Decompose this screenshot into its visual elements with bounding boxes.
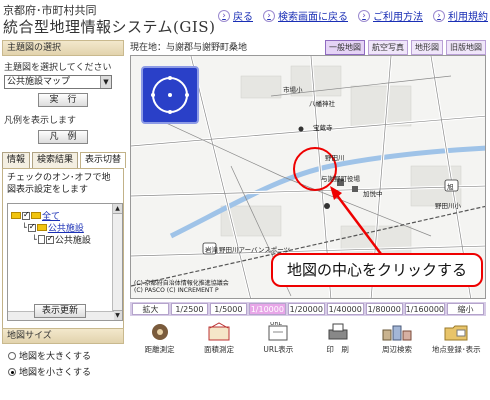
zoom-out-button[interactable]: 縮小 bbox=[447, 303, 484, 315]
chevron-right-icon: › bbox=[218, 9, 230, 22]
map-size-large-option[interactable]: 地図を大きくする bbox=[8, 349, 124, 362]
url-icon: URL bbox=[268, 322, 288, 341]
scale-2500-button[interactable]: 1/2500 bbox=[170, 303, 208, 315]
svg-text:野田川: 野田川 bbox=[325, 154, 345, 162]
theme-label: 主題図を選択してください bbox=[4, 63, 112, 73]
map-type-tabs: 一般地図 航空写真 地形図 旧版地図 bbox=[325, 40, 486, 55]
instruction-callout: 地図の中心をクリックする bbox=[271, 253, 483, 287]
svg-text:加悦中: 加悦中 bbox=[363, 189, 383, 198]
nearby-search-button[interactable]: 周辺検索 bbox=[367, 320, 426, 354]
scale-80000-button[interactable]: 1/80000 bbox=[365, 303, 403, 315]
map-size-title: 地図サイズ bbox=[2, 328, 124, 344]
zoom-in-button[interactable]: 拡大 bbox=[132, 303, 169, 315]
map-view[interactable]: 市場小 八幡神社 宝蔵寺 野田川 与謝野町役場 加悦中 旭 野田川小 岩滝 野田… bbox=[130, 55, 486, 299]
sidebar-tabs: 情報 検索結果 表示切替 bbox=[2, 152, 126, 168]
theme-section: 主題図の選択 主題図を選択してください 公共施設マップ ▼ 実 行 凡例を表示し… bbox=[2, 40, 124, 144]
nearby-search-icon bbox=[382, 325, 412, 341]
tree-item: └ 公共施設 bbox=[32, 233, 91, 247]
svg-text:URL: URL bbox=[270, 322, 283, 327]
svg-text:市場小: 市場小 bbox=[283, 85, 303, 94]
refresh-display-button[interactable]: 表示更新 bbox=[34, 304, 86, 318]
folder-icon bbox=[36, 224, 47, 231]
tree-vertical-scrollbar[interactable]: ▲ ▼ bbox=[112, 204, 122, 320]
svg-text:八幡神社: 八幡神社 bbox=[309, 99, 336, 108]
pan-east-icon[interactable] bbox=[185, 93, 189, 97]
current-location: 現在地：与謝郡与謝野町桑地 bbox=[130, 43, 248, 53]
run-button[interactable]: 実 行 bbox=[38, 93, 88, 107]
map-size-small-option[interactable]: 地図を小さくする bbox=[8, 365, 124, 378]
theme-section-title: 主題図の選択 bbox=[2, 40, 124, 56]
tree-item-label: 公共施設 bbox=[54, 236, 91, 246]
app-title: 統合型地理情報システム(GIS) bbox=[3, 18, 216, 36]
url-display-button[interactable]: URL URL表示 bbox=[249, 320, 308, 354]
terms-link[interactable]: › 利用規約 bbox=[433, 8, 488, 23]
distance-measure-icon bbox=[151, 324, 168, 340]
scroll-down-icon[interactable]: ▼ bbox=[113, 310, 122, 320]
legend-button[interactable]: 凡 例 bbox=[38, 130, 88, 144]
distance-measure-button[interactable]: 距離測定 bbox=[130, 320, 189, 354]
tab-search-results[interactable]: 検索結果 bbox=[32, 152, 78, 168]
folder-icon bbox=[11, 212, 21, 219]
scale-10000-button[interactable]: 1/10000 bbox=[248, 303, 286, 315]
pan-south-icon[interactable] bbox=[168, 110, 172, 114]
scale-20000-button[interactable]: 1/20000 bbox=[287, 303, 325, 315]
theme-select[interactable]: 公共施設マップ ▼ bbox=[4, 75, 112, 89]
top-links: › 戻る › 検索画面に戻る › ご利用方法 › 利用規約 bbox=[218, 8, 488, 23]
map-tab-aerial[interactable]: 航空写真 bbox=[368, 40, 408, 55]
back-link[interactable]: › 戻る bbox=[218, 8, 253, 23]
usage-guide-link[interactable]: › ご利用方法 bbox=[358, 8, 423, 23]
scale-bar: 拡大 1/2500 1/5000 1/10000 1/20000 1/40000… bbox=[130, 302, 486, 316]
back-to-search-link[interactable]: › 検索画面に戻る bbox=[263, 8, 348, 23]
map-copyright: (C) 京都府自治体情報化推進協議会 (C) PASCO (C) INCREME… bbox=[134, 280, 229, 294]
checkbox-group[interactable] bbox=[27, 222, 36, 232]
pan-control[interactable] bbox=[141, 66, 199, 124]
area-measure-icon bbox=[208, 322, 230, 341]
tab-display-toggle[interactable]: 表示切替 bbox=[80, 152, 126, 168]
display-toggle-description: チェックのオン･オフで地図表示設定をします bbox=[7, 173, 111, 195]
folder-icon bbox=[31, 212, 41, 219]
tab-info[interactable]: 情報 bbox=[2, 152, 30, 168]
chevron-right-icon: › bbox=[433, 9, 445, 22]
pan-west-icon[interactable] bbox=[151, 93, 155, 97]
sidebar: 主題図の選択 主題図を選択してください 公共施設マップ ▼ 実 行 凡例を表示し… bbox=[0, 38, 126, 400]
scale-5000-button[interactable]: 1/5000 bbox=[209, 303, 247, 315]
svg-text:野田川小: 野田川小 bbox=[435, 201, 462, 210]
scale-40000-button[interactable]: 1/40000 bbox=[326, 303, 364, 315]
map-tab-old[interactable]: 旧版地図 bbox=[446, 40, 486, 55]
checkbox-item[interactable] bbox=[45, 234, 54, 244]
map-tab-general[interactable]: 一般地図 bbox=[325, 40, 365, 55]
scale-160000-button[interactable]: 1/160000 bbox=[404, 303, 445, 315]
document-icon bbox=[37, 235, 45, 244]
tool-bar: 距離測定 面積測定 URL URL表示 印 刷 周辺検索 地点登録･表示 bbox=[130, 320, 486, 354]
pan-center-icon[interactable] bbox=[168, 93, 172, 97]
radio-small[interactable] bbox=[8, 367, 16, 376]
svg-text:旭: 旭 bbox=[447, 182, 454, 191]
header: 京都府･市町村共同 統合型地理情報システム(GIS) › 戻る › 検索画面に戻る … bbox=[0, 0, 490, 36]
dropdown-arrow-icon: ▼ bbox=[100, 76, 111, 88]
pan-north-icon[interactable] bbox=[168, 76, 172, 80]
register-location-button[interactable]: 地点登録･表示 bbox=[427, 320, 486, 354]
svg-text:宝蔵寺: 宝蔵寺 bbox=[313, 123, 333, 132]
printer-icon bbox=[328, 323, 348, 340]
checkbox-all[interactable] bbox=[22, 210, 30, 220]
map-size-section: 地図サイズ 地図を大きくする 地図を小さくする bbox=[2, 328, 124, 378]
print-button[interactable]: 印 刷 bbox=[308, 320, 367, 354]
area-measure-button[interactable]: 面積測定 bbox=[189, 320, 248, 354]
map-tab-topographic[interactable]: 地形図 bbox=[411, 40, 443, 55]
svg-text:与謝野町役場: 与謝野町役場 bbox=[321, 174, 361, 183]
scroll-up-icon[interactable]: ▲ bbox=[113, 204, 122, 214]
chevron-right-icon: › bbox=[263, 9, 275, 22]
radio-large[interactable] bbox=[8, 351, 16, 360]
svg-text:岩滝: 岩滝 bbox=[205, 245, 219, 254]
legend-label: 凡例を表示します bbox=[4, 116, 77, 126]
chevron-right-icon: › bbox=[358, 9, 370, 22]
folder-pin-icon bbox=[444, 325, 468, 341]
